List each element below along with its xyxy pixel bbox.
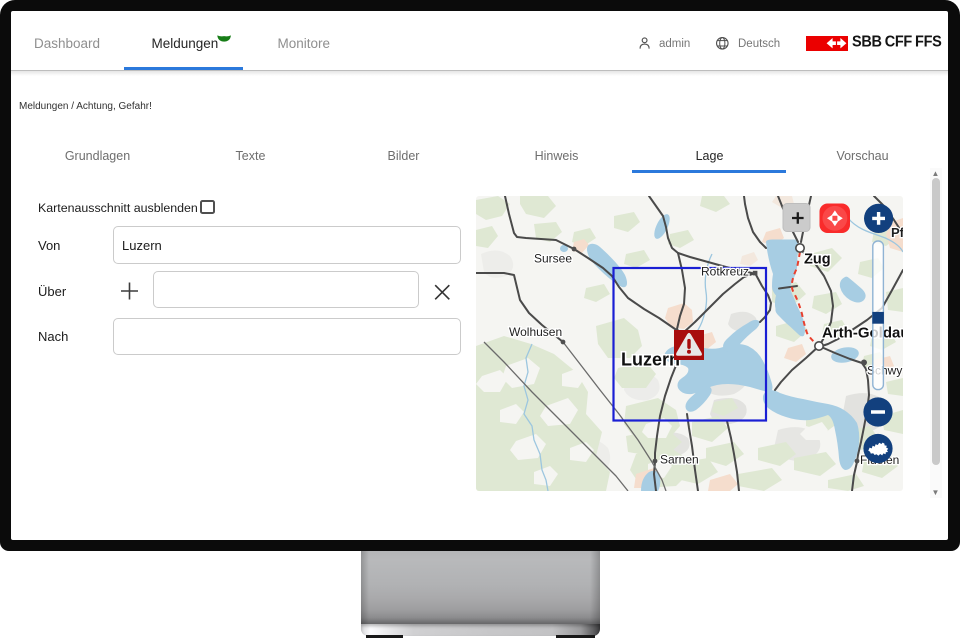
svg-text:Wolhusen: Wolhusen	[509, 325, 562, 339]
svg-text:Pf: Pf	[891, 225, 903, 240]
svg-text:Zug: Zug	[804, 252, 831, 268]
svg-text:Arth-Goldau: Arth-Goldau	[822, 325, 903, 342]
svg-text:Rotkreuz: Rotkreuz	[701, 265, 749, 279]
svg-text:Luzern: Luzern	[621, 350, 680, 370]
svg-text:Sursee: Sursee	[534, 252, 572, 266]
svg-text:Sarnen: Sarnen	[660, 453, 699, 467]
